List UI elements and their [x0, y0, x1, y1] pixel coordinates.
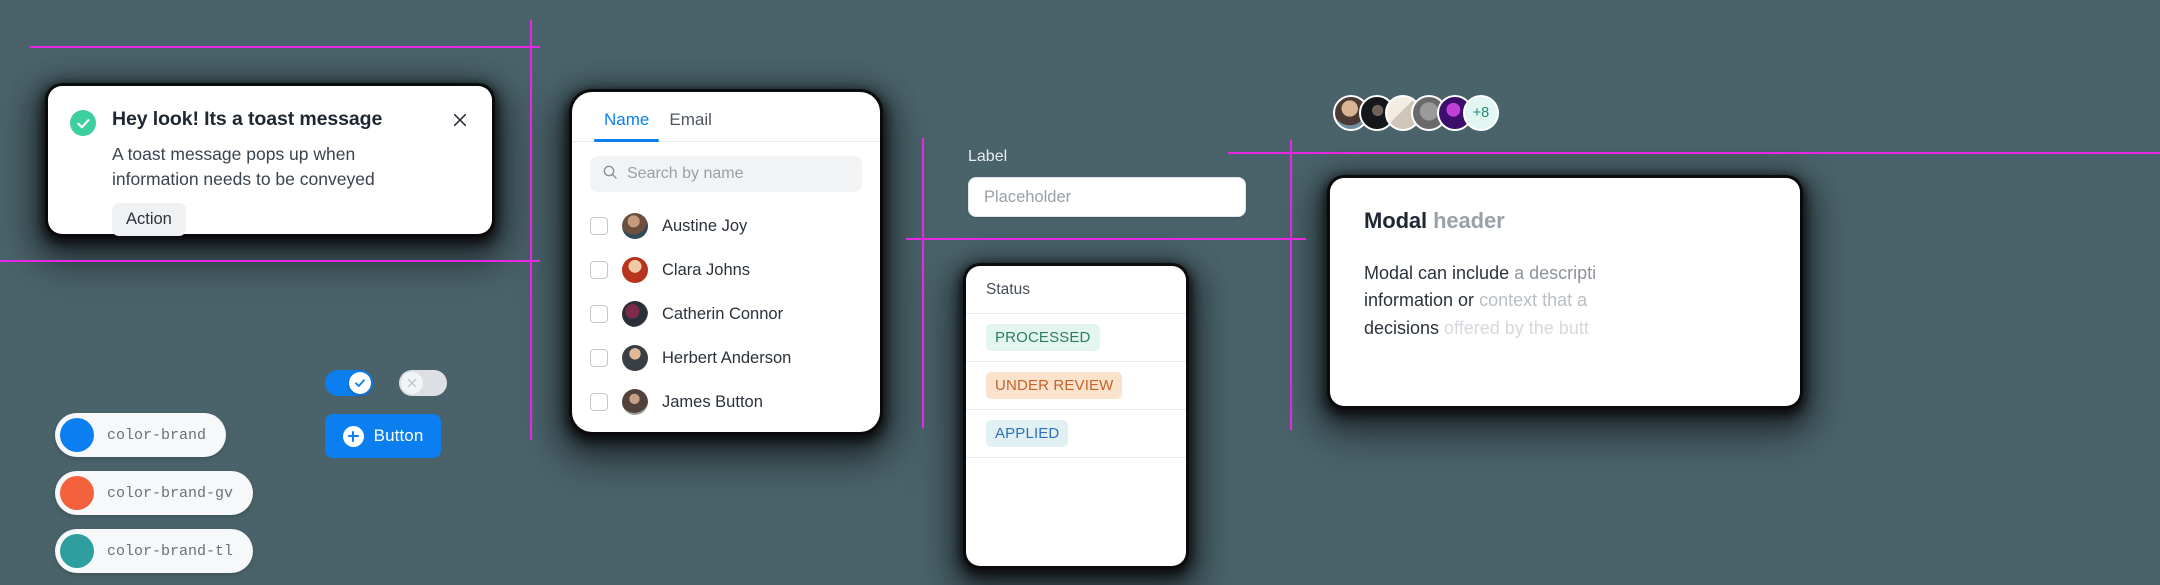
check-icon — [349, 372, 371, 394]
status-badge: PROCESSED — [986, 324, 1100, 351]
person-name: Clara Johns — [662, 260, 751, 279]
row-checkbox[interactable] — [590, 393, 608, 411]
toast-title: Hey look! Its a toast message — [112, 108, 383, 130]
close-icon[interactable] — [448, 108, 472, 132]
modal-body-line3a: decisions — [1364, 317, 1445, 338]
modal-body-line1b: a descripti — [1514, 263, 1597, 283]
color-swatch-brand-tl[interactable]: color-brand-tl — [55, 529, 254, 573]
modal-body: Modal can include a descripti informatio… — [1364, 260, 1766, 342]
person-name: James Button — [662, 392, 763, 411]
tab-bar: Name Email — [572, 92, 880, 142]
guide-line-horizontal-field — [906, 238, 1306, 240]
form-field-group: Label — [968, 148, 1246, 217]
check-circle-icon — [70, 110, 96, 136]
toggle-switch-on[interactable] — [325, 370, 373, 396]
modal-dialog: Modal header Modal can include a descrip… — [1330, 178, 1800, 406]
avatar-overflow-count[interactable]: +8 — [1463, 95, 1499, 131]
toast-notification: Hey look! Its a toast message A toast me… — [48, 86, 492, 236]
row-checkbox[interactable] — [590, 261, 608, 279]
toast-action-button[interactable]: Action — [112, 202, 186, 236]
guide-line-horizontal-mid — [0, 260, 540, 262]
screenshot-canvas: Hey look! Its a toast message A toast me… — [0, 0, 2160, 585]
field-label: Label — [968, 148, 1008, 165]
avatar — [622, 389, 648, 415]
primary-button-label: Button — [373, 426, 424, 445]
status-table-card: Status PROCESSED UNDER REVIEW APPLIED — [966, 266, 1186, 566]
guide-line-horizontal-top — [30, 46, 540, 48]
list-item[interactable]: Clara Johns — [590, 248, 862, 292]
row-checkbox[interactable] — [590, 305, 608, 323]
table-row: UNDER REVIEW — [966, 362, 1186, 410]
guide-line-horizontal-right — [1228, 152, 2160, 154]
person-name: Herbert Anderson — [662, 348, 792, 367]
search-icon — [602, 164, 618, 185]
toast-description: A toast message pops up when information… — [112, 144, 375, 189]
avatar — [622, 213, 648, 239]
search-box[interactable] — [590, 156, 862, 192]
list-item[interactable]: Catherin Connor — [590, 292, 862, 336]
tab-name[interactable]: Name — [594, 106, 660, 142]
person-name: Catherin Connor — [662, 304, 784, 323]
modal-body-line2a: information or — [1364, 290, 1480, 311]
avatar — [622, 301, 648, 327]
plus-circle-icon — [342, 425, 364, 447]
swatch-label: color-brand-gv — [107, 484, 234, 502]
guide-line-vertical-mid — [922, 138, 924, 428]
list-item[interactable]: James Button — [590, 380, 862, 424]
placeholder-input[interactable] — [968, 177, 1246, 217]
table-row: APPLIED — [966, 410, 1186, 458]
color-swatch-brand[interactable]: color-brand — [55, 413, 227, 457]
list-item[interactable]: Austine Joy — [590, 204, 862, 248]
status-column-header: Status — [966, 266, 1186, 314]
swatch-label: color-brand — [107, 426, 207, 444]
color-swatch-brand-gv[interactable]: color-brand-gv — [55, 471, 254, 515]
status-badge: UNDER REVIEW — [986, 372, 1123, 399]
row-checkbox[interactable] — [590, 217, 608, 235]
row-checkbox[interactable] — [590, 349, 608, 367]
table-row: PROCESSED — [966, 314, 1186, 362]
toggle-switch-off[interactable] — [399, 370, 447, 396]
status-badge: APPLIED — [986, 420, 1069, 447]
tab-email[interactable]: Email — [659, 106, 722, 141]
people-list: Austine Joy Clara Johns Catherin Connor … — [572, 192, 880, 424]
primary-button[interactable]: Button — [325, 414, 441, 458]
swatch-label: color-brand-tl — [107, 542, 234, 560]
list-item[interactable]: Herbert Anderson — [590, 336, 862, 380]
modal-header-strong: Modal — [1364, 208, 1428, 233]
swatch-dot — [60, 534, 94, 568]
modal-body-line2b: context that a — [1479, 290, 1588, 311]
modal-body-line1a: Modal can include — [1364, 263, 1515, 283]
avatar-stack: +8 — [1333, 95, 1499, 131]
person-name: Austine Joy — [662, 216, 748, 235]
swatch-dot — [60, 418, 94, 452]
swatch-dot — [60, 476, 94, 510]
guide-line-vertical-left — [530, 20, 532, 440]
avatar — [622, 257, 648, 283]
modal-body-line3b: offered by the butt — [1444, 317, 1589, 338]
avatar — [622, 345, 648, 371]
close-icon — [401, 372, 423, 394]
search-area — [572, 142, 880, 192]
search-input[interactable] — [627, 165, 850, 183]
guide-line-vertical-right — [1290, 140, 1292, 430]
modal-header: Modal header — [1364, 208, 1766, 234]
people-list-panel: Name Email Austine Joy Clara Johns — [572, 92, 880, 432]
modal-header-dim: header — [1433, 208, 1505, 233]
